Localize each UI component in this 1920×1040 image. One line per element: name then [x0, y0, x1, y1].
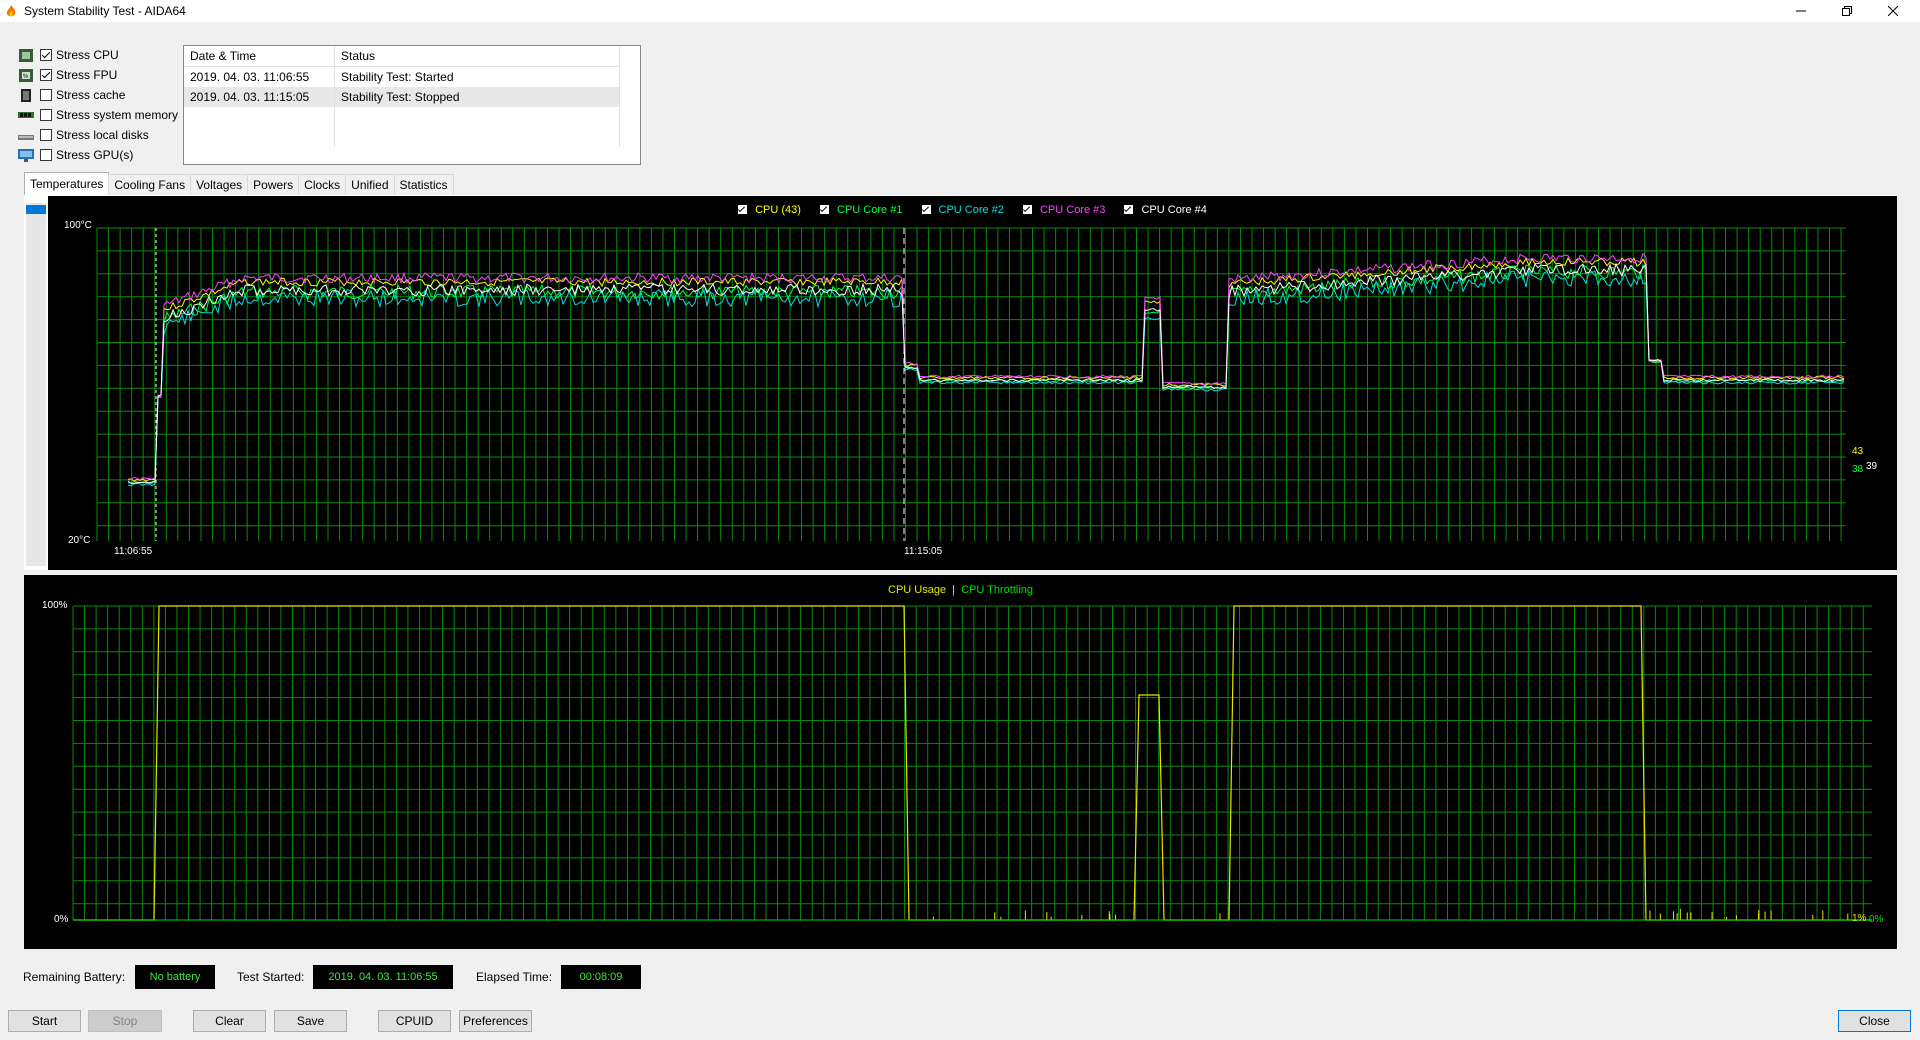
battery-status: Remaining Battery: [23, 965, 125, 989]
start-button[interactable]: Start [8, 1010, 81, 1032]
stress-fpu-checkbox[interactable] [40, 69, 52, 81]
close-window-button[interactable] [1870, 0, 1916, 22]
temp-y-max-label: 100°C [64, 220, 92, 231]
elapsed-value: 00:08:09 [561, 965, 641, 989]
tab-temperatures[interactable]: Temperatures [24, 172, 110, 195]
stress-memory-label: Stress system memory [56, 108, 179, 122]
cpu-usage-trace [73, 605, 1872, 921]
stress-memory-checkbox[interactable] [40, 109, 52, 121]
stress-gpu-label: Stress GPU(s) [56, 148, 134, 162]
tab-statistics[interactable]: Statistics [393, 174, 454, 195]
log-row[interactable]: 2019. 04. 03. 11:06:55 Stability Test: S… [184, 66, 620, 87]
scrollbar-thumb[interactable] [26, 205, 46, 214]
started-value-box: 2019. 04. 03. 11:06:55 [313, 965, 453, 989]
stress-option-disks[interactable]: Stress local disks [18, 125, 178, 145]
tab-unified[interactable]: Unified [345, 174, 395, 195]
cpu-usage-graph: CPU Usage | CPU Throttling 100% 0% 1% 0% [24, 575, 1897, 949]
battery-label: Remaining Battery: [23, 970, 126, 984]
tab-clocks[interactable]: Clocks [298, 174, 347, 195]
log-row-empty [184, 107, 620, 127]
cpuid-button[interactable]: CPUID [378, 1010, 451, 1032]
restore-button[interactable] [1824, 0, 1870, 22]
stress-fpu-label: Stress FPU [56, 68, 118, 82]
log-row[interactable]: 2019. 04. 03. 11:15:05 Stability Test: S… [184, 87, 620, 107]
stress-option-cpu[interactable]: Stress CPU [18, 45, 178, 65]
stress-disks-checkbox[interactable] [40, 129, 52, 141]
throttle-end-value: 0% [1869, 914, 1884, 925]
tab-cooling-fans[interactable]: Cooling Fans [108, 174, 192, 195]
temp-end-value-core: 39 [1866, 461, 1878, 472]
stress-option-gpu[interactable]: Stress GPU(s) [18, 145, 178, 165]
temperature-graph: CPU (43) CPU Core #1 CPU Core #2 CPU Cor… [48, 196, 1897, 570]
usage-end-value: 1% [1852, 913, 1867, 924]
battery-value: No battery [135, 965, 215, 989]
minimize-button[interactable] [1778, 0, 1824, 22]
close-icon [1888, 6, 1898, 16]
stop-button[interactable]: Stop [88, 1010, 162, 1032]
log-cell-status: Stability Test: Started [334, 66, 620, 87]
minimize-icon [1796, 10, 1806, 12]
stress-cpu-checkbox[interactable] [40, 49, 52, 61]
started-label: Test Started: [237, 970, 305, 984]
memory-module-icon [18, 111, 34, 118]
usage-y-max-label: 100% [42, 600, 68, 611]
started-value: 2019. 04. 03. 11:06:55 [313, 965, 453, 989]
cpu-chip-icon [19, 48, 33, 62]
start-time-label: 11:06:55 [114, 546, 153, 557]
log-header-datetime[interactable]: Date & Time [184, 46, 335, 67]
cache-chip-icon [21, 88, 31, 102]
temp-end-value-cpu: 43 [1852, 446, 1864, 457]
stress-option-fpu[interactable]: % Stress FPU [18, 65, 178, 85]
disk-drive-icon [18, 134, 34, 140]
close-button[interactable]: Close [1838, 1010, 1911, 1032]
log-header-status[interactable]: Status [334, 46, 620, 67]
graph-tabs: Temperatures Cooling Fans Voltages Power… [24, 172, 454, 195]
stress-disks-label: Stress local disks [56, 128, 149, 142]
monitor-icon [18, 148, 34, 162]
save-button[interactable]: Save [274, 1010, 347, 1032]
title-bar: System Stability Test - AIDA64 [0, 0, 1920, 22]
aida64-flame-icon [6, 5, 16, 17]
log-cell-datetime: 2019. 04. 03. 11:06:55 [184, 66, 335, 87]
stress-cpu-label: Stress CPU [56, 48, 119, 62]
restore-icon [1842, 6, 1852, 16]
temp-y-min-label: 20°C [68, 535, 91, 546]
stress-option-memory[interactable]: Stress system memory [18, 105, 178, 125]
usage-plot [72, 605, 1872, 921]
stop-time-label: 11:15:05 [904, 546, 943, 557]
window-title: System Stability Test - AIDA64 [24, 4, 186, 18]
preferences-button[interactable]: Preferences [459, 1010, 532, 1032]
elapsed-value-box: 00:08:09 [561, 965, 641, 989]
temperature-plot [96, 227, 1846, 541]
fpu-chip-icon: % [19, 68, 33, 82]
stress-cache-checkbox[interactable] [40, 89, 52, 101]
stress-options: Stress CPU % Stress FPU Stress cache Str… [18, 45, 178, 165]
elapsed-label: Elapsed Time: [476, 970, 553, 984]
usage-y-min-label: 0% [54, 914, 69, 925]
clear-button[interactable]: Clear [193, 1010, 266, 1032]
log-row-empty [184, 127, 620, 147]
tab-powers[interactable]: Powers [247, 174, 300, 195]
sensor-list-scrollbar[interactable] [26, 203, 46, 566]
log-cell-status: Stability Test: Stopped [334, 87, 620, 107]
event-log[interactable]: Date & Time Status 2019. 04. 03. 11:06:5… [183, 45, 641, 165]
stress-cache-label: Stress cache [56, 88, 126, 102]
log-cell-datetime: 2019. 04. 03. 11:15:05 [184, 87, 335, 107]
battery-value-box: No battery [135, 965, 215, 989]
stress-option-cache[interactable]: Stress cache [18, 85, 178, 105]
stress-gpu-checkbox[interactable] [40, 149, 52, 161]
svg-text:%: % [23, 74, 29, 80]
started-status: Test Started: [237, 965, 304, 989]
tab-voltages[interactable]: Voltages [190, 174, 249, 195]
elapsed-status: Elapsed Time: [476, 965, 552, 989]
temp-end-value-core-low: 38 [1852, 464, 1864, 475]
